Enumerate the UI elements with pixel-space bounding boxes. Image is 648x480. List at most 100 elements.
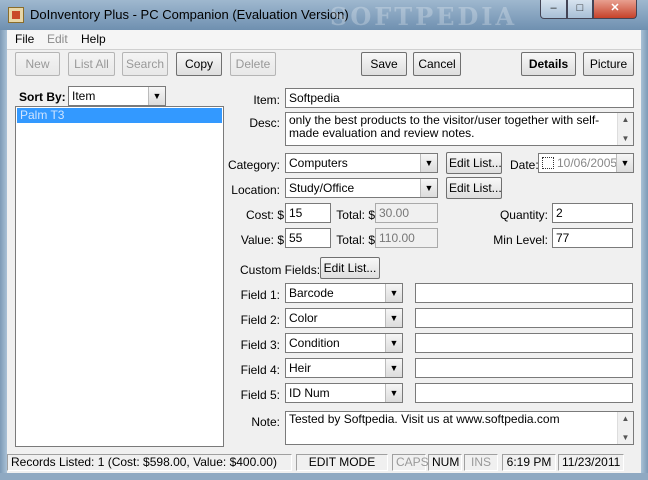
new-button[interactable]: New — [15, 52, 60, 76]
date-label: Date: — [510, 158, 539, 172]
quantity-label: Quantity: — [499, 208, 548, 222]
value-total-field: 110.00 — [375, 228, 438, 248]
location-edit-list-button[interactable]: Edit List... — [446, 177, 502, 199]
cancel-button[interactable]: Cancel — [413, 52, 461, 76]
location-value: Study/Office — [289, 181, 355, 195]
field-2-label: Field 2: — [240, 313, 280, 327]
mode-status: EDIT MODE — [296, 454, 388, 471]
field-2-input[interactable] — [415, 308, 633, 328]
sort-by-label: Sort By: — [19, 90, 66, 104]
min-level-input[interactable]: 77 — [552, 228, 633, 248]
field-1-label: Field 1: — [240, 288, 280, 302]
quantity-input[interactable]: 2 — [552, 203, 633, 223]
num-indicator: NUM — [428, 454, 462, 471]
chevron-down-icon[interactable]: ▼ — [385, 384, 402, 402]
category-select[interactable]: Computers ▼ — [285, 153, 438, 173]
field-4-select[interactable]: Heir ▼ — [285, 358, 403, 378]
field-3-label: Field 3: — [240, 338, 280, 352]
window-frame-bottom — [0, 473, 648, 480]
field-4-label: Field 4: — [240, 363, 280, 377]
chevron-down-icon[interactable]: ▼ — [420, 179, 437, 197]
scroll-up-icon[interactable]: ▲ — [618, 412, 633, 425]
cost-input[interactable]: 15 — [285, 203, 331, 223]
field-3-name: Condition — [289, 336, 340, 350]
window-title: DoInventory Plus - PC Companion (Evaluat… — [30, 7, 349, 22]
sort-by-value: Item — [72, 89, 96, 103]
field-5-label: Field 5: — [240, 388, 280, 402]
picture-button[interactable]: Picture — [583, 52, 634, 76]
app-window: DoInventory Plus - PC Companion (Evaluat… — [0, 0, 648, 480]
desc-text: only the best products to the visitor/us… — [289, 113, 600, 140]
date-checkbox[interactable] — [542, 157, 554, 169]
cost-label: Cost: $ — [245, 208, 284, 222]
app-icon — [8, 7, 24, 23]
chevron-down-icon[interactable]: ▼ — [616, 154, 633, 172]
menu-edit[interactable]: Edit — [47, 32, 68, 46]
chevron-down-icon[interactable]: ▼ — [385, 359, 402, 377]
note-text: Tested by Softpedia. Visit us at www.sof… — [289, 412, 560, 426]
note-scrollbar[interactable]: ▲ ▼ — [617, 412, 633, 444]
field-1-select[interactable]: Barcode ▼ — [285, 283, 403, 303]
scroll-up-icon[interactable]: ▲ — [618, 113, 633, 126]
close-button[interactable]: ✕ — [593, 0, 637, 19]
time-status: 6:19 PM — [502, 454, 556, 471]
sort-by-select[interactable]: Item ▼ — [68, 86, 166, 106]
chevron-down-icon[interactable]: ▼ — [148, 87, 165, 105]
item-list[interactable]: Palm T3 — [15, 106, 224, 447]
custom-fields-edit-list-button[interactable]: Edit List... — [320, 257, 380, 279]
search-button[interactable]: Search — [122, 52, 168, 76]
chevron-down-icon[interactable]: ▼ — [420, 154, 437, 172]
field-3-select[interactable]: Condition ▼ — [285, 333, 403, 353]
maximize-button[interactable]: □ — [567, 0, 593, 19]
caps-indicator: CAPS — [392, 454, 429, 471]
field-3-input[interactable] — [415, 333, 633, 353]
category-label: Category: — [227, 158, 280, 172]
chevron-down-icon[interactable]: ▼ — [385, 334, 402, 352]
custom-fields-label: Custom Fields: — [240, 263, 321, 277]
item-input[interactable]: Softpedia — [285, 88, 634, 108]
field-1-name: Barcode — [289, 286, 334, 300]
field-5-name: ID Num — [289, 386, 330, 400]
location-select[interactable]: Study/Office ▼ — [285, 178, 438, 198]
list-all-button[interactable]: List All — [68, 52, 115, 76]
watermark: SOFTPEDIA — [330, 2, 518, 31]
menu-file[interactable]: File — [15, 32, 34, 46]
field-1-input[interactable] — [415, 283, 633, 303]
field-5-input[interactable] — [415, 383, 633, 403]
menu-help[interactable]: Help — [81, 32, 106, 46]
menu-divider — [7, 49, 641, 50]
menu-bar: File Edit Help — [7, 30, 641, 49]
desc-textarea[interactable]: only the best products to the visitor/us… — [285, 112, 634, 146]
scroll-down-icon[interactable]: ▼ — [618, 132, 633, 145]
cost-total-field: 30.00 — [375, 203, 438, 223]
chevron-down-icon[interactable]: ▼ — [385, 309, 402, 327]
date-picker[interactable]: 10/06/2005 ▼ — [538, 153, 634, 173]
date-status: 11/23/2011 — [558, 454, 624, 471]
ins-indicator: INS — [464, 454, 498, 471]
category-edit-list-button[interactable]: Edit List... — [446, 152, 502, 174]
field-2-select[interactable]: Color ▼ — [285, 308, 403, 328]
desc-scrollbar[interactable]: ▲ ▼ — [617, 113, 633, 145]
details-button[interactable]: Details — [521, 52, 576, 76]
copy-button[interactable]: Copy — [176, 52, 222, 76]
chevron-down-icon[interactable]: ▼ — [385, 284, 402, 302]
cost-total-label: Total: $ — [336, 208, 375, 222]
records-status: Records Listed: 1 (Cost: $598.00, Value:… — [7, 454, 292, 471]
scroll-down-icon[interactable]: ▼ — [618, 431, 633, 444]
save-button[interactable]: Save — [361, 52, 407, 76]
window-frame-right — [641, 30, 648, 480]
title-bar[interactable]: DoInventory Plus - PC Companion (Evaluat… — [0, 0, 648, 31]
field-2-name: Color — [289, 311, 318, 325]
list-item[interactable]: Palm T3 — [17, 108, 222, 123]
window-frame-left — [0, 30, 7, 480]
field-5-select[interactable]: ID Num ▼ — [285, 383, 403, 403]
value-input[interactable]: 55 — [285, 228, 331, 248]
note-textarea[interactable]: Tested by Softpedia. Visit us at www.sof… — [285, 411, 634, 445]
status-bar: Records Listed: 1 (Cost: $598.00, Value:… — [7, 452, 641, 472]
field-4-input[interactable] — [415, 358, 633, 378]
delete-button[interactable]: Delete — [230, 52, 276, 76]
min-level-label: Min Level: — [493, 233, 548, 247]
minimize-button[interactable]: – — [540, 0, 567, 19]
location-label: Location: — [231, 183, 280, 197]
desc-label: Desc: — [249, 116, 280, 130]
